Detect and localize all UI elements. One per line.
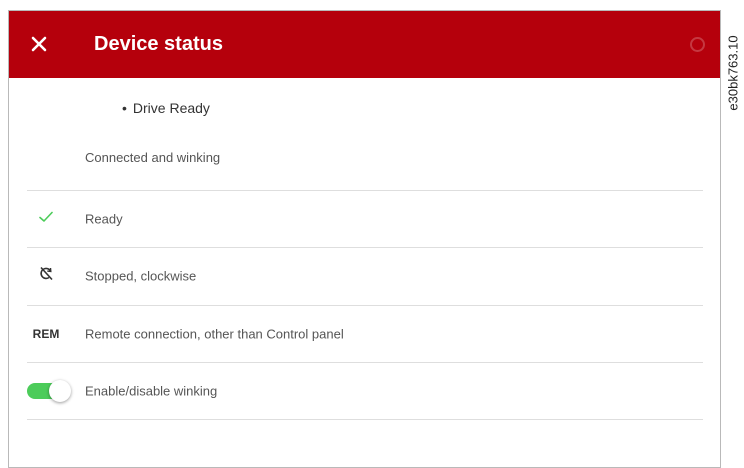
device-status-panel: Device status • Drive Ready Connected and… [8,10,721,468]
status-row-winking: Enable/disable winking [9,363,720,419]
figure-code-text: e30bk763.10 [725,35,741,111]
close-button[interactable] [27,32,51,56]
bullet: • [122,100,127,116]
winking-label: Enable/disable winking [85,383,218,399]
ready-label: Ready [85,211,123,227]
page-title: Device status [94,33,223,55]
divider [27,419,703,420]
drive-state-label: Drive Ready [132,100,210,116]
status-content: • Drive Ready Connected and winking Ready… [9,78,720,467]
winking-toggle[interactable] [27,380,71,402]
status-row-rotation: Stopped, clockwise [9,248,720,304]
close-icon [31,36,47,52]
drive-state: • Drive Ready [122,100,210,116]
connection-status: Connected and winking [85,150,221,165]
figure-code: e30bk763.10 [723,8,743,138]
remote-label: Remote connection, other than Control pa… [85,326,344,342]
toggle-knob [49,380,71,402]
status-row-ready: Ready [9,191,720,247]
stopped-rotation-icon [31,266,61,287]
check-icon [31,210,61,228]
rotation-label: Stopped, clockwise [85,268,197,284]
status-row-remote: REM Remote connection, other than Contro… [9,306,720,362]
help-icon[interactable] [690,37,705,52]
rem-badge: REM [32,327,60,341]
header-bar: Device status [9,11,720,78]
